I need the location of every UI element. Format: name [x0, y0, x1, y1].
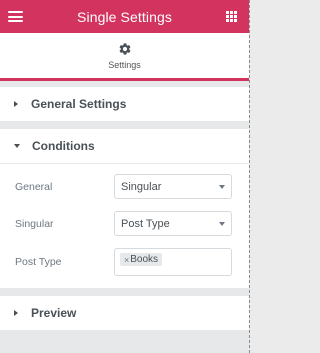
tab-settings-label: Settings — [108, 59, 141, 70]
tag-remove-icon[interactable]: × — [124, 255, 129, 265]
post-type-multiselect[interactable]: × Books — [114, 248, 232, 276]
select-value: Singular — [121, 180, 162, 193]
section-conditions[interactable]: Conditions — [0, 129, 249, 163]
caret-right-icon — [14, 101, 18, 107]
field-label: General — [15, 180, 53, 193]
settings-panel: Single Settings Settings General Setting… — [0, 0, 249, 353]
field-label: Singular — [15, 217, 54, 230]
tag-chip: × Books — [120, 253, 163, 266]
section-general-settings[interactable]: General Settings — [0, 87, 249, 121]
grid-icon[interactable] — [226, 11, 237, 22]
chevron-down-icon — [219, 184, 225, 189]
section-preview[interactable]: Preview — [0, 296, 249, 330]
caret-down-icon — [14, 144, 20, 148]
panel-title: Single Settings — [77, 8, 172, 25]
field-row-singular: Singular Post Type — [15, 211, 232, 236]
field-row-post-type: Post Type × Books — [15, 248, 232, 276]
field-row-general: General Singular — [15, 174, 232, 199]
general-select[interactable]: Singular — [114, 174, 232, 199]
chevron-down-icon — [219, 221, 225, 226]
gear-icon — [119, 42, 130, 55]
conditions-body: General Singular Singular Post Type Post… — [0, 163, 249, 288]
field-label: Post Type — [15, 256, 62, 268]
singular-select[interactable]: Post Type — [114, 211, 232, 236]
section-title: Conditions — [32, 139, 95, 153]
panel-divider — [249, 0, 250, 353]
section-title: Preview — [31, 306, 77, 320]
panel-header: Single Settings — [0, 0, 249, 33]
hamburger-icon[interactable] — [8, 11, 23, 22]
select-value: Post Type — [121, 217, 170, 230]
tag-label: Books — [130, 254, 159, 265]
caret-right-icon — [14, 310, 18, 316]
tab-settings[interactable]: Settings — [0, 33, 249, 81]
section-title: General Settings — [31, 97, 127, 111]
